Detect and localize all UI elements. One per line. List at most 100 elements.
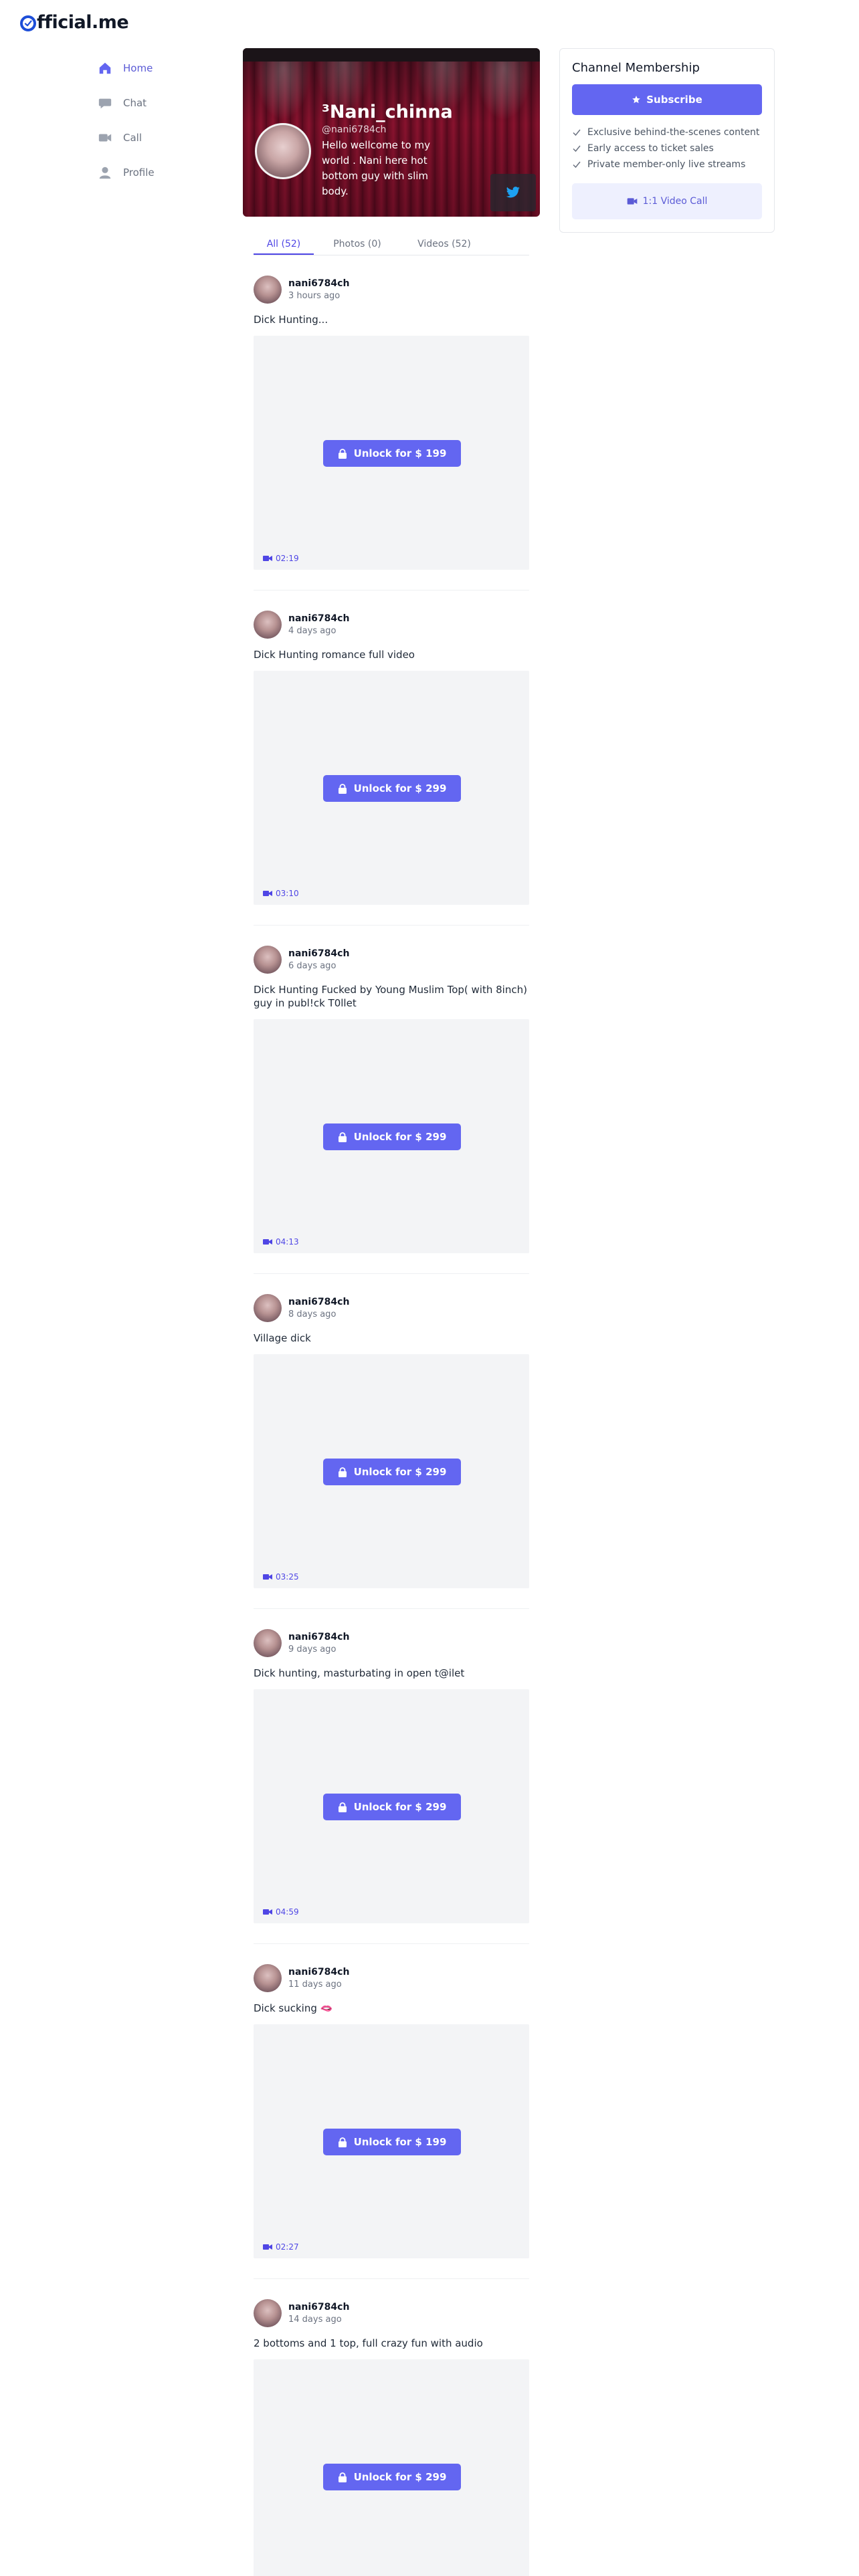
lock-icon (338, 2472, 347, 2482)
video-call-button[interactable]: 1:1 Video Call (572, 183, 762, 219)
avatar[interactable] (254, 2299, 282, 2327)
duration-text: 03:25 (276, 1572, 299, 1582)
post-username[interactable]: nani6784ch (288, 948, 349, 959)
sidebar-item-label: Home (123, 62, 153, 74)
home-icon (98, 61, 112, 76)
subscribe-button[interactable]: Subscribe (572, 84, 762, 115)
post-timestamp: 14 days ago (288, 2315, 342, 2325)
tab-photos[interactable]: Photos (0) (314, 235, 401, 255)
post-username[interactable]: nani6784ch (288, 1632, 349, 1642)
locked-media: Unlock for $ 299 03:10 (254, 671, 529, 905)
sidebar-item-home[interactable]: Home (98, 51, 218, 86)
duration-text: 02:27 (276, 2242, 299, 2252)
video-icon (263, 2244, 272, 2250)
post-caption: Dick hunting, masturbating in open t@ile… (254, 1667, 465, 1679)
unlock-button[interactable]: Unlock for $ 299 (323, 1794, 461, 1820)
sidebar-item-profile[interactable]: Profile (98, 155, 218, 190)
unlock-button[interactable]: Unlock for $ 299 (323, 775, 461, 802)
perk-item: Private member-only live streams (572, 156, 762, 173)
lock-icon (338, 1802, 347, 1812)
locked-media: Unlock for $ 199 02:27 (254, 2024, 529, 2258)
post-header: nani6784ch 4 days ago (254, 611, 529, 639)
post-meta: nani6784ch 4 days ago (288, 613, 349, 636)
post-timestamp: 11 days ago (288, 1979, 342, 1990)
unlock-label: Unlock for $ 299 (353, 782, 447, 794)
unlock-button[interactable]: Unlock for $ 299 (323, 1459, 461, 1485)
lock-icon (338, 783, 347, 794)
main-feed: ³Nani_chinna @nani6784ch Hello wellcome … (243, 48, 540, 2576)
unlock-button[interactable]: Unlock for $ 199 (323, 440, 461, 467)
post-card: nani6784ch 4 days ago Dick Hunting roman… (254, 591, 529, 926)
profile-handle: @nani6784ch (322, 124, 387, 135)
banner-top-bar (243, 48, 540, 62)
post-username[interactable]: nani6784ch (288, 278, 349, 289)
post-caption: Dick Hunting... (254, 314, 328, 326)
unlock-label: Unlock for $ 199 (353, 2136, 447, 2148)
post-list: nani6784ch 3 hours ago Dick Hunting... U… (243, 255, 540, 2576)
perk-text: Early access to ticket sales (587, 143, 714, 154)
duration-text: 03:10 (276, 889, 299, 898)
avatar[interactable] (254, 1294, 282, 1322)
sidebar-nav: Home Chat Call Profile (98, 51, 218, 190)
video-icon (98, 130, 112, 145)
sidebar-item-call[interactable]: Call (98, 120, 218, 155)
video-duration: 02:19 (263, 554, 299, 563)
logo[interactable]: fficial.me (20, 12, 129, 33)
avatar[interactable] (254, 1629, 282, 1657)
sidebar-item-label: Chat (123, 97, 147, 109)
unlock-label: Unlock for $ 199 (353, 447, 447, 459)
user-icon (98, 165, 112, 180)
post-username[interactable]: nani6784ch (288, 1297, 349, 1307)
post-username[interactable]: nani6784ch (288, 1967, 349, 1977)
post-caption: Dick Hunting Fucked by Young Muslim Top(… (254, 984, 527, 1009)
content-tabs: All (52) Photos (0) Videos (52) (254, 235, 529, 255)
perk-text: Private member-only live streams (587, 159, 746, 170)
sidebar-item-chat[interactable]: Chat (98, 86, 218, 120)
avatar[interactable] (254, 1964, 282, 1992)
chat-icon (98, 96, 112, 110)
tab-videos[interactable]: Videos (52) (401, 235, 488, 255)
unlock-button[interactable]: Unlock for $ 299 (323, 2464, 461, 2490)
post-caption: Dick Hunting romance full video (254, 649, 415, 661)
perk-text: Exclusive behind-the-scenes content (587, 127, 760, 138)
membership-card: Channel Membership Subscribe Exclusive b… (559, 48, 775, 233)
post-timestamp: 9 days ago (288, 1644, 337, 1654)
avatar[interactable] (254, 276, 282, 304)
post-meta: nani6784ch 8 days ago (288, 1297, 349, 1319)
post-header: nani6784ch 8 days ago (254, 1294, 529, 1322)
video-icon (627, 198, 637, 205)
check-icon (573, 145, 581, 152)
unlock-button[interactable]: Unlock for $ 299 (323, 1123, 461, 1150)
unlock-button[interactable]: Unlock for $ 199 (323, 2129, 461, 2155)
post-timestamp: 8 days ago (288, 1309, 337, 1319)
twitter-icon (506, 187, 520, 198)
post-card: nani6784ch 14 days ago 2 bottoms and 1 t… (254, 2279, 529, 2576)
avatar[interactable] (254, 611, 282, 639)
post-username[interactable]: nani6784ch (288, 613, 349, 624)
twitter-button[interactable] (490, 174, 536, 211)
unlock-label: Unlock for $ 299 (353, 1801, 447, 1813)
logo-check-icon (20, 15, 36, 31)
post-meta: nani6784ch 3 hours ago (288, 278, 349, 301)
duration-text: 02:19 (276, 554, 299, 563)
video-icon (263, 556, 272, 561)
tab-all[interactable]: All (52) (254, 235, 314, 255)
post-caption: 2 bottoms and 1 top, full crazy fun with… (254, 2337, 483, 2349)
post-timestamp: 4 days ago (288, 626, 337, 636)
lock-icon (338, 1132, 347, 1142)
video-duration: 04:59 (263, 1907, 299, 1917)
post-card: nani6784ch 11 days ago Dick sucking 🫦 Un… (254, 1944, 529, 2279)
profile-bio: Hello wellcome to my world . Nani here h… (322, 139, 430, 197)
subscribe-label: Subscribe (646, 94, 702, 106)
logo-text: fficial.me (37, 12, 129, 33)
avatar[interactable] (254, 946, 282, 974)
profile-name: ³Nani_chinna (322, 102, 453, 122)
duration-text: 04:59 (276, 1907, 299, 1917)
lock-icon (338, 1467, 347, 1477)
unlock-label: Unlock for $ 299 (353, 1466, 447, 1478)
post-timestamp: 3 hours ago (288, 291, 341, 301)
video-icon (263, 1909, 272, 1915)
post-timestamp: 6 days ago (288, 961, 337, 971)
post-username[interactable]: nani6784ch (288, 2302, 349, 2313)
membership-title: Channel Membership (572, 61, 700, 75)
